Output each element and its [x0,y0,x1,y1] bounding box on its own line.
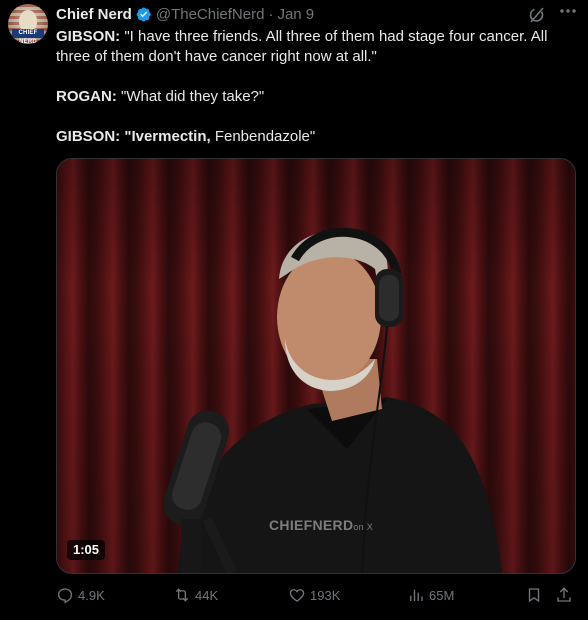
video-player[interactable]: CHIEFNERDon X 1:05 [56,158,576,574]
author-name[interactable]: Chief Nerd [56,6,132,23]
repost-button[interactable]: 44K [173,584,218,606]
share-icon [557,587,571,602]
reply-button[interactable]: 4.9K [56,584,105,606]
repost-icon [175,588,189,602]
video-duration: 1:05 [67,540,106,560]
video-frame [162,227,502,573]
tweet-header: Chief Nerd @TheChiefNerd · Jan 9 [56,4,314,24]
like-button[interactable]: 193K [288,584,340,606]
date-separator: · [268,5,274,23]
quote-bold-3: "Ivermectin, [120,128,211,145]
speaker-gibson: GIBSON: [56,28,121,45]
quote-line-2: ROGAN: "What did they take?" [56,87,580,107]
tweet-text: GIBSON: "I have three friends. All three… [56,27,580,147]
speaker-rogan: ROGAN: [56,88,117,105]
like-icon [289,589,305,602]
views-button[interactable]: 65M [407,584,454,606]
quote-line-3: GIBSON: "Ivermectin, Fenbendazole" [56,127,580,147]
bookmark-icon [528,588,540,603]
video-watermark: CHIEFNERDon X [269,517,374,533]
reply-count: 4.9K [78,587,105,603]
quote-text-2: "What did they take?" [116,88,265,105]
avatar[interactable]: CHIEF NERD [8,4,48,44]
view-count: 65M [429,587,455,603]
avatar-text: CHIEF NERD [12,29,44,44]
repost-count: 44K [195,587,219,603]
grok-icon[interactable] [527,5,547,25]
verified-badge-icon[interactable] [135,6,152,23]
speaker-gibson-2: GIBSON: [56,128,121,145]
quote-text-1: "I have three friends. All three of them… [56,28,548,65]
tweet[interactable]: CHIEF NERD Chief Nerd @TheChiefNerd · Ja… [0,0,588,620]
like-count: 193K [310,587,341,603]
views-icon [410,589,423,601]
more-icon[interactable] [556,3,580,23]
post-date[interactable]: Jan 9 [277,6,314,23]
reply-icon [57,588,73,604]
bookmark-button[interactable] [525,584,543,606]
quote-text-3: Fenbendazole" [210,128,316,145]
share-button[interactable] [555,584,573,606]
quote-line-1: GIBSON: "I have three friends. All three… [56,27,580,67]
action-bar: 4.9K 44K 193K 65M [56,584,580,606]
author-handle[interactable]: @TheChiefNerd [156,6,265,23]
